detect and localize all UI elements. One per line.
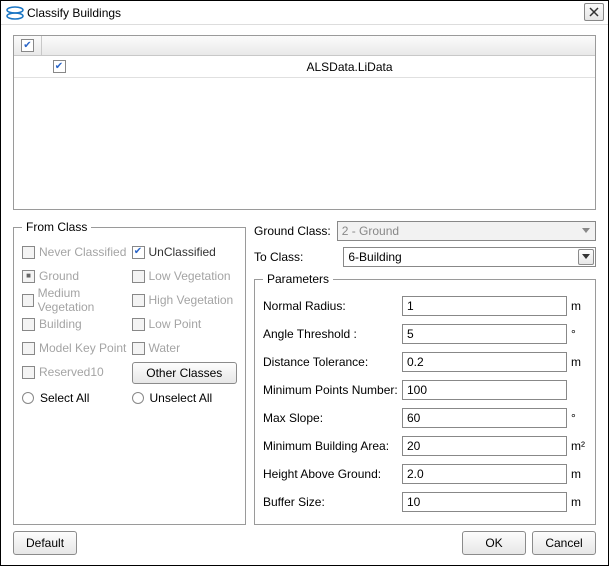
to-class-combo[interactable]: 6-Building [343,247,596,267]
input-max-slope[interactable] [402,408,567,428]
checkbox-label: Reserved10 [39,365,104,379]
input-buffer-size[interactable] [402,492,567,512]
input-angle-threshold[interactable] [402,324,567,344]
file-row-name: ALSData.LiData [104,56,595,77]
ground-class-value: 2 - Ground [342,224,399,238]
title-bar: Classify Buildings [1,1,608,25]
close-button[interactable] [584,3,604,21]
radio-label: Select All [40,391,89,405]
checkbox-reserved10[interactable]: Reserved10 [22,362,128,382]
radio-icon [132,392,144,404]
param-unit: m [571,495,587,509]
param-label-max-slope: Max Slope: [263,411,398,425]
checkbox-label: Medium Vegetation [38,286,128,314]
checkbox-icon [132,342,145,355]
param-label-buffer-size: Buffer Size: [263,495,398,509]
file-list-header-name[interactable] [42,36,595,55]
chevron-down-icon [578,223,594,239]
file-list-table: ALSData.LiData [13,35,596,210]
input-height-above-ground[interactable] [402,464,567,484]
checkbox-never-classified[interactable]: Never Classified [22,242,128,262]
other-classes-button[interactable]: Other Classes [132,362,238,384]
input-min-points[interactable] [402,380,567,400]
param-unit: m² [571,439,587,453]
checkbox-water[interactable]: Water [132,338,238,358]
checkbox-high-vegetation[interactable]: High Vegetation [132,290,238,310]
input-min-building-area[interactable] [402,436,567,456]
checkbox-label: Ground [39,269,79,283]
checkbox-icon [22,366,35,379]
param-label-min-building-area: Minimum Building Area: [263,439,398,453]
classify-buildings-dialog: Classify Buildings ALSData.LiData [0,0,609,566]
checkbox-label: Low Vegetation [149,269,231,283]
checkbox-icon [132,246,145,259]
checkbox-low-point[interactable]: Low Point [132,314,238,334]
file-row-checkbox[interactable] [53,60,66,73]
header-checkbox[interactable] [21,39,34,52]
file-list-header [14,36,595,56]
from-class-legend: From Class [22,220,91,234]
checkbox-label: Never Classified [39,245,126,259]
checkbox-icon [132,294,145,307]
checkbox-label: Model Key Point [39,341,126,355]
checkbox-label: Building [39,317,82,331]
button-bar: Default OK Cancel [13,531,596,555]
param-unit: m [571,355,587,369]
param-label-height-above-ground: Height Above Ground: [263,467,398,481]
checkbox-icon [22,246,35,259]
checkbox-model-key-point[interactable]: Model Key Point [22,338,128,358]
checkbox-icon [22,294,34,307]
checkbox-label: High Vegetation [149,293,234,307]
checkbox-label: Low Point [149,317,202,331]
checkbox-icon [132,318,145,331]
checkbox-ground[interactable]: Ground [22,266,128,286]
param-label-normal-radius: Normal Radius: [263,299,398,313]
checkbox-icon [22,270,35,283]
ok-button[interactable]: OK [462,531,526,555]
file-list-row[interactable]: ALSData.LiData [14,56,595,78]
file-list-header-checkbox-cell[interactable] [14,36,42,55]
radio-unselect-all[interactable]: Unselect All [132,388,238,408]
checkbox-medium-vegetation[interactable]: Medium Vegetation [22,290,128,310]
ground-class-combo[interactable]: 2 - Ground [337,221,596,241]
default-button[interactable]: Default [13,531,77,555]
ground-class-label: Ground Class: [254,224,331,238]
param-unit: ° [571,411,587,425]
input-normal-radius[interactable] [402,296,567,316]
checkbox-low-vegetation[interactable]: Low Vegetation [132,266,238,286]
to-class-label: To Class: [254,250,303,264]
checkbox-building[interactable]: Building [22,314,128,334]
param-unit: m [571,467,587,481]
param-unit: m [571,299,587,313]
radio-label: Unselect All [150,391,213,405]
cancel-button[interactable]: Cancel [532,531,596,555]
param-label-angle-threshold: Angle Threshold : [263,327,398,341]
param-label-distance-tolerance: Distance Tolerance: [263,355,398,369]
chevron-down-icon [578,249,594,265]
checkbox-label: UnClassified [149,245,216,259]
from-class-group: From Class Never Classified UnClassified… [13,220,246,525]
param-unit: ° [571,327,587,341]
window-title: Classify Buildings [27,6,121,20]
input-distance-tolerance[interactable] [402,352,567,372]
checkbox-icon [22,318,35,331]
parameters-group: Parameters Normal Radius: m Angle Thresh… [254,272,596,525]
to-class-value: 6-Building [348,250,401,264]
checkbox-icon [132,270,145,283]
checkbox-label: Water [149,341,181,355]
param-label-min-points: Minimum Points Number: [263,383,398,397]
app-icon [5,3,25,23]
parameters-legend: Parameters [263,272,333,286]
checkbox-icon [22,342,35,355]
radio-select-all[interactable]: Select All [22,388,128,408]
radio-icon [22,392,34,404]
checkbox-unclassified[interactable]: UnClassified [132,242,238,262]
